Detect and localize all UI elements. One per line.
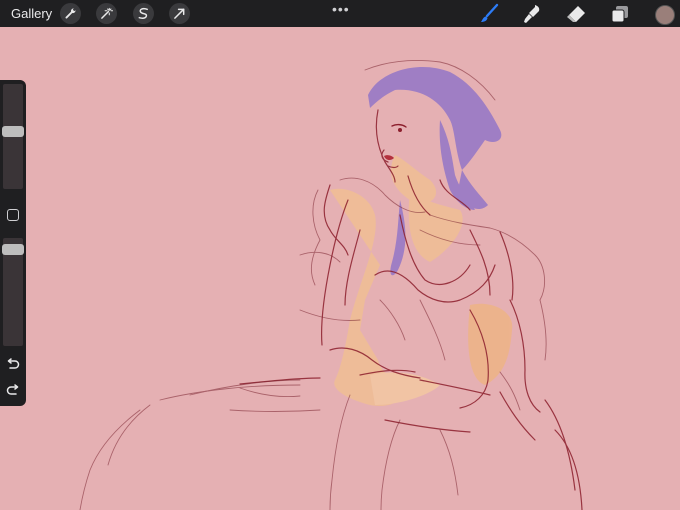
- eraser-icon: [567, 6, 585, 22]
- color-picker-button[interactable]: [655, 5, 675, 25]
- gallery-button[interactable]: Gallery: [11, 6, 52, 21]
- layers-button[interactable]: [609, 3, 631, 25]
- eraser-tool-button[interactable]: [565, 3, 587, 25]
- actions-button[interactable]: [60, 3, 81, 24]
- smudge-tool-button[interactable]: [521, 3, 543, 25]
- selection-button[interactable]: [133, 3, 154, 24]
- layers-icon: [611, 6, 628, 23]
- transform-button[interactable]: [169, 3, 190, 24]
- canvas-drawing[interactable]: [0, 27, 680, 510]
- adjustments-button[interactable]: [96, 3, 117, 24]
- wrench-icon: [65, 8, 76, 19]
- magic-wand-icon: [101, 7, 113, 19]
- move-arrow-icon: [174, 8, 185, 19]
- brush-tool-button[interactable]: [478, 3, 500, 25]
- selection-icon: [138, 7, 148, 19]
- more-options-button[interactable]: •••: [332, 1, 350, 17]
- top-toolbar: Gallery •••: [0, 0, 680, 27]
- smudge-icon: [524, 5, 540, 23]
- brush-icon: [481, 3, 499, 22]
